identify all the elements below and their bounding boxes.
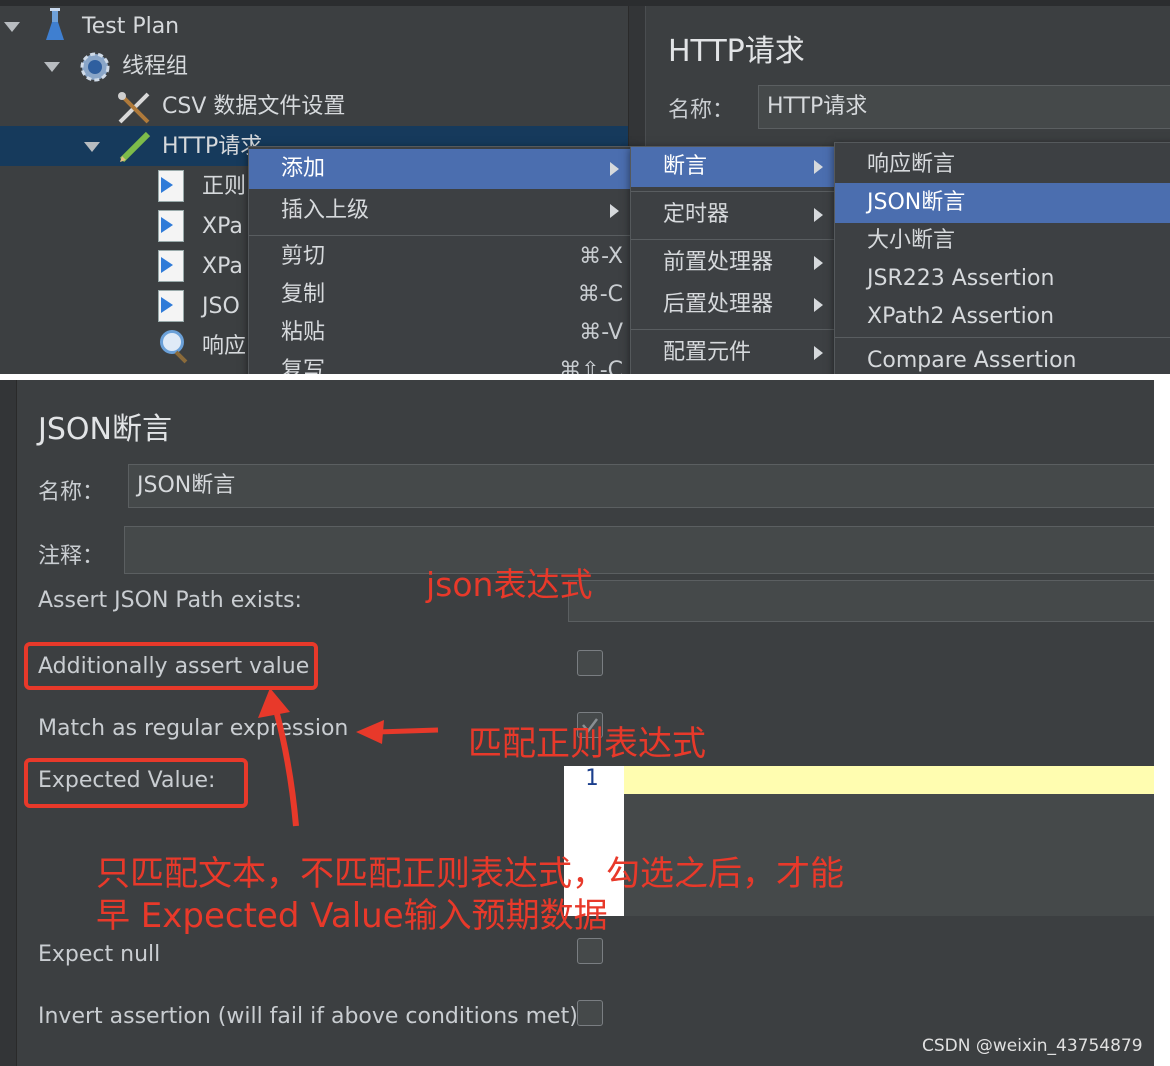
menu-item-label: JSON断言 xyxy=(867,190,966,215)
assertion-submenu: 响应断言 JSON断言 大小断言 JSR223 Assertion XPath2… xyxy=(834,142,1170,374)
menu-item-label: 复写 xyxy=(281,358,326,374)
menu-item-copy[interactable]: 复制 ⌘-C xyxy=(249,275,631,315)
http-name-label: 名称： xyxy=(668,98,735,123)
tree-item-child[interactable]: XPa xyxy=(202,248,243,286)
menu-item-compare-assertion[interactable]: Compare Assertion xyxy=(835,341,1170,374)
tree-item-child[interactable]: 响应 xyxy=(202,328,246,366)
arrow-to-additionally-box xyxy=(273,709,299,827)
annotation-match-regex: 匹配正则表达式 xyxy=(468,724,706,764)
context-menu: 添加 插入上级 剪切 ⌘-X 复制 ⌘-C 粘贴 ⌘-V 复写 ⌘⇧-C xyxy=(248,146,632,374)
submenu-arrow-icon xyxy=(814,346,823,360)
tree-item-child[interactable]: 正则 xyxy=(202,168,246,206)
arrowhead-regex xyxy=(356,720,384,744)
test-plan-flask-icon xyxy=(44,8,66,42)
menu-item-label: 大小断言 xyxy=(867,228,956,253)
menu-item-config-element[interactable]: 配置元件 xyxy=(631,333,835,373)
menu-item-jsr223-assertion[interactable]: JSR223 Assertion xyxy=(835,259,1170,299)
menu-separator xyxy=(631,191,835,192)
top-border xyxy=(0,0,1170,6)
menu-item-label: JSR223 Assertion xyxy=(867,266,1055,291)
submenu-arrow-icon xyxy=(814,208,823,222)
jmeter-top-screenshot: Test Plan 线程组 CSV 数据文件设置 HTTP请求 正则 XPa X… xyxy=(0,0,1170,374)
arrow-to-regex-checkbox xyxy=(375,727,439,735)
tree-item-child[interactable]: JSO xyxy=(202,288,240,326)
listener-magnifier-icon xyxy=(160,330,184,354)
menu-separator xyxy=(631,239,835,240)
menu-item-postprocessor[interactable]: 后置处理器 xyxy=(631,285,835,325)
tree-item-child[interactable]: XPa xyxy=(202,208,243,246)
menu-shortcut: ⌘-X xyxy=(579,244,623,269)
menu-item-paste[interactable]: 粘贴 ⌘-V xyxy=(249,313,631,353)
expand-arrow-icon[interactable] xyxy=(4,22,20,32)
menu-shortcut: ⌘-V xyxy=(579,320,623,345)
menu-item-duplicate[interactable]: 复写 ⌘⇧-C xyxy=(249,351,631,374)
json-assertion-screenshot: JSON断言 名称： JSON断言 注释： Assert JSON Path e… xyxy=(0,380,1154,1066)
menu-item-label: 响应断言 xyxy=(867,152,956,177)
http-request-pencil-icon xyxy=(118,128,154,164)
menu-item-label: 粘贴 xyxy=(281,320,326,345)
menu-item-label: XPath2 Assertion xyxy=(867,304,1055,329)
menu-item-cut[interactable]: 剪切 ⌘-X xyxy=(249,237,631,277)
menu-item-response-assertion[interactable]: 响应断言 xyxy=(835,145,1170,185)
menu-item-assertions[interactable]: 断言 xyxy=(631,147,835,187)
csdn-watermark: CSDN @weixin_43754879 xyxy=(922,1036,1143,1056)
annotation-note-line2: 早 Expected Value输入预期数据 xyxy=(96,896,608,936)
menu-item-label: 添加 xyxy=(281,156,326,181)
expand-arrow-icon[interactable] xyxy=(44,62,60,72)
menu-item-label: Compare Assertion xyxy=(867,348,1077,373)
assertion-doc-icon xyxy=(158,250,184,282)
add-submenu: 断言 定时器 前置处理器 后置处理器 配置元件 xyxy=(630,146,836,374)
tree-item-csv-config[interactable]: CSV 数据文件设置 xyxy=(162,88,345,126)
menu-shortcut: ⌘-C xyxy=(577,282,623,307)
menu-item-json-assertion[interactable]: JSON断言 xyxy=(835,183,1170,223)
tree-item-test-plan[interactable]: Test Plan xyxy=(82,8,179,46)
menu-item-xpath2-assertion[interactable]: XPath2 Assertion xyxy=(835,297,1170,337)
menu-item-label: 后置处理器 xyxy=(663,292,774,317)
submenu-arrow-icon xyxy=(610,162,619,176)
annotation-json-expression: json表达式 xyxy=(426,565,593,604)
http-panel-title: HTTP请求 xyxy=(668,34,805,69)
menu-separator xyxy=(835,337,1170,338)
menu-item-label: 定时器 xyxy=(663,202,730,227)
tree-item-thread-group[interactable]: 线程组 xyxy=(122,48,188,86)
menu-shortcut: ⌘⇧-C xyxy=(559,358,623,374)
menu-item-label: 断言 xyxy=(663,154,708,179)
menu-item-label: 剪切 xyxy=(281,244,326,269)
menu-item-add[interactable]: 添加 xyxy=(249,149,631,189)
menu-item-label: 前置处理器 xyxy=(663,250,774,275)
menu-item-label: 复制 xyxy=(281,282,326,307)
arrowhead-additionally xyxy=(258,688,290,718)
menu-separator xyxy=(631,329,835,330)
submenu-arrow-icon xyxy=(814,160,823,174)
submenu-arrow-icon xyxy=(610,204,619,218)
submenu-arrow-icon xyxy=(814,256,823,270)
assertion-doc-icon xyxy=(158,290,184,322)
http-name-input[interactable]: HTTP请求 xyxy=(758,85,1170,129)
submenu-arrow-icon xyxy=(814,298,823,312)
csv-config-tools-icon xyxy=(116,90,152,126)
menu-item-size-assertion[interactable]: 大小断言 xyxy=(835,221,1170,261)
assertion-doc-icon xyxy=(158,170,184,202)
menu-item-insert-parent[interactable]: 插入上级 xyxy=(249,191,631,231)
menu-item-label: 配置元件 xyxy=(663,340,752,365)
thread-group-gear-icon xyxy=(78,50,112,84)
menu-item-label: 插入上级 xyxy=(281,198,370,223)
menu-item-timer[interactable]: 定时器 xyxy=(631,195,835,235)
expand-arrow-icon[interactable] xyxy=(84,142,100,152)
menu-separator xyxy=(249,235,631,236)
assertion-doc-icon xyxy=(158,210,184,242)
menu-item-preprocessor[interactable]: 前置处理器 xyxy=(631,243,835,283)
